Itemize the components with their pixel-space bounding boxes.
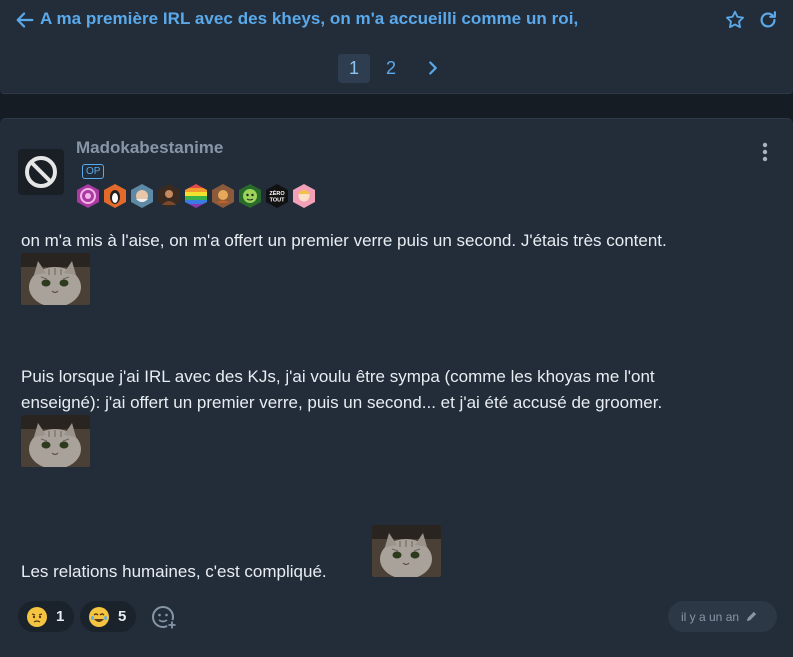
girl-badge-icon[interactable] [292, 183, 316, 209]
rainbow-badge-icon[interactable] [184, 183, 208, 209]
post-card: Madokabestanime OP ZÉRO TOUT on m'a mis … [0, 118, 793, 657]
author-name[interactable]: Madokabestanime [76, 138, 223, 158]
zero-tout-badge-icon[interactable]: ZÉRO TOUT [265, 183, 289, 209]
post-paragraph-3: Les relations humaines, c'est compliqué. [21, 562, 327, 581]
op-badge: OP [82, 164, 105, 179]
avatar[interactable] [18, 149, 64, 195]
green-face-badge-icon[interactable] [238, 183, 262, 209]
topic-title[interactable]: A ma première IRL avec des kheys, on m'a… [40, 9, 578, 29]
reaction-count: 5 [118, 608, 127, 625]
timestamp-text: il y a un an [681, 609, 740, 624]
old-man-badge-icon[interactable] [130, 183, 154, 209]
topic-header: A ma première IRL avec des kheys, on m'a… [0, 0, 793, 94]
reaction-laughing[interactable]: 5 [80, 601, 137, 632]
penguin-badge-icon[interactable] [103, 183, 127, 209]
laughing-face-icon [89, 606, 109, 627]
star-icon[interactable] [724, 9, 746, 31]
cat-sticker-image[interactable] [372, 525, 441, 577]
pencil-icon [746, 611, 757, 622]
page-2-button[interactable]: 2 [375, 54, 407, 83]
reaction-worried[interactable]: 1 [18, 601, 75, 632]
portrait-badge-icon[interactable] [157, 183, 181, 209]
page-1-button[interactable]: 1 [338, 54, 370, 83]
banned-icon [25, 156, 57, 188]
post-paragraph-2-line-1: Puis lorsque j'ai IRL avec des KJs, j'ai… [21, 367, 655, 386]
reaction-count: 1 [56, 608, 65, 625]
chevron-right-icon[interactable] [422, 57, 444, 79]
worried-face-icon [27, 606, 47, 627]
back-arrow-icon[interactable] [14, 9, 36, 31]
swirl-badge-icon[interactable] [76, 183, 100, 209]
cat-sticker-image[interactable] [21, 253, 90, 305]
more-options-icon[interactable] [755, 141, 775, 163]
add-reaction-icon[interactable] [150, 603, 178, 631]
refresh-icon[interactable] [757, 9, 779, 31]
post-timestamp[interactable]: il y a un an [668, 601, 777, 632]
character-badge-icon[interactable] [211, 183, 235, 209]
post-paragraph-2-line-2: enseigné): j'ai offert un premier verre,… [21, 393, 663, 412]
svg-text:ZÉRO: ZÉRO [269, 189, 285, 197]
svg-text:TOUT: TOUT [270, 198, 286, 204]
badge-list: ZÉRO TOUT [76, 183, 316, 209]
cat-sticker-image[interactable] [21, 415, 90, 467]
post-paragraph-1: on m'a mis à l'aise, on m'a offert un pr… [21, 231, 667, 250]
